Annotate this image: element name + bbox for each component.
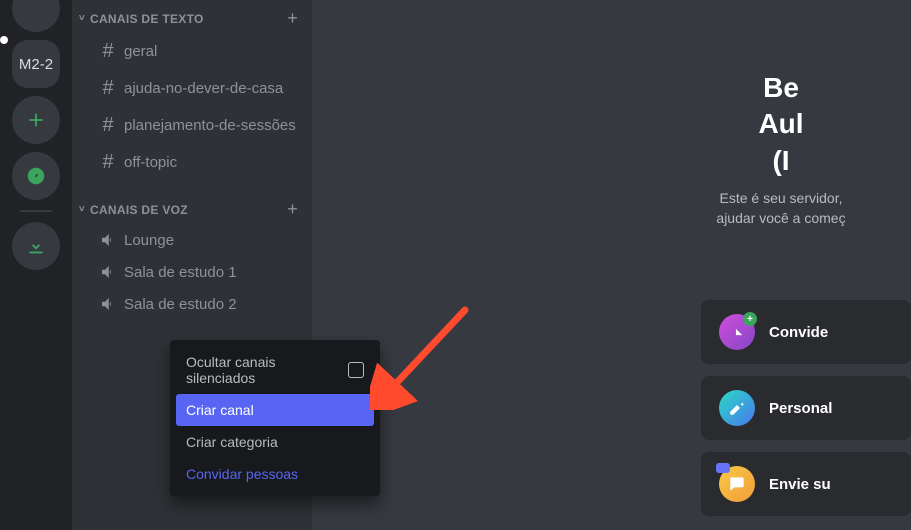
ctx-label: Criar canal xyxy=(186,402,254,418)
card-label: Convide xyxy=(769,324,828,341)
channel-voice-2[interactable]: Sala de estudo 2 xyxy=(80,289,304,319)
hash-icon: # xyxy=(98,151,118,174)
channel-label: Sala de estudo 2 xyxy=(124,296,237,313)
channel-voice-1[interactable]: Sala de estudo 1 xyxy=(80,257,304,287)
add-channel-icon[interactable]: + xyxy=(287,199,304,220)
tag-badge-icon xyxy=(716,463,730,473)
context-menu: Ocultar canais silenciados Criar canal C… xyxy=(170,340,380,496)
personalize-icon xyxy=(719,390,755,426)
speaker-icon xyxy=(98,231,118,249)
main-content: Be Aul (I Este é seu servidor, ajudar vo… xyxy=(312,0,911,530)
category-label: CANAIS DE VOZ xyxy=(90,203,188,217)
channel-label: ajuda-no-dever-de-casa xyxy=(124,80,283,97)
ctx-create-category[interactable]: Criar categoria xyxy=(176,426,374,458)
server-label: M2-2 xyxy=(19,56,53,73)
speaker-icon xyxy=(98,263,118,281)
card-label: Personal xyxy=(769,400,832,417)
welcome-title: Be Aul (I xyxy=(651,70,911,179)
ctx-hide-muted[interactable]: Ocultar canais silenciados xyxy=(176,346,374,394)
hash-icon: # xyxy=(98,77,118,100)
channel-label: planejamento-de-sessões xyxy=(124,117,296,134)
channel-label: Sala de estudo 1 xyxy=(124,264,237,281)
plus-icon xyxy=(25,109,47,131)
card-invite[interactable]: + Convide xyxy=(701,300,911,364)
channel-text-2[interactable]: # planejamento-de-sessões xyxy=(80,108,304,143)
download-icon xyxy=(25,235,47,257)
channel-label: Lounge xyxy=(124,232,174,249)
channel-label: geral xyxy=(124,43,157,60)
compass-icon xyxy=(25,165,47,187)
explore-button[interactable] xyxy=(12,152,60,200)
send-icon xyxy=(719,466,755,502)
channel-text-3[interactable]: # off-topic xyxy=(80,145,304,180)
category-header-voice[interactable]: ˅ CANAIS DE VOZ + xyxy=(72,191,312,224)
card-send[interactable]: Envie su xyxy=(701,452,911,516)
server-icon-top[interactable] xyxy=(12,0,60,32)
ctx-create-channel[interactable]: Criar canal xyxy=(176,394,374,426)
plus-badge-icon: + xyxy=(743,312,757,326)
server-icon-selected[interactable]: M2-2 xyxy=(12,40,60,88)
card-personalize[interactable]: Personal xyxy=(701,376,911,440)
speaker-icon xyxy=(98,295,118,313)
category-label: CANAIS DE TEXTO xyxy=(90,12,204,26)
ctx-label: Convidar pessoas xyxy=(186,466,298,482)
card-label: Envie su xyxy=(769,476,831,493)
server-rail: M2-2 xyxy=(0,0,72,530)
hash-icon: # xyxy=(98,40,118,63)
selection-pill xyxy=(0,36,8,44)
channel-label: off-topic xyxy=(124,154,177,171)
onboarding-cards: + Convide Personal Envie su xyxy=(701,300,911,516)
category-header-text[interactable]: ˅ CANAIS DE TEXTO + xyxy=(72,0,312,33)
download-button[interactable] xyxy=(12,222,60,270)
rail-divider xyxy=(20,210,52,212)
channel-text-0[interactable]: # geral xyxy=(80,34,304,69)
ctx-label: Ocultar canais silenciados xyxy=(186,354,348,386)
channel-voice-0[interactable]: Lounge xyxy=(80,225,304,255)
invite-icon: + xyxy=(719,314,755,350)
chevron-down-icon: ˅ xyxy=(76,204,88,215)
welcome-block: Be Aul (I Este é seu servidor, ajudar vo… xyxy=(651,70,911,228)
checkbox-icon[interactable] xyxy=(348,362,364,378)
hash-icon: # xyxy=(98,114,118,137)
ctx-label: Criar categoria xyxy=(186,434,278,450)
add-server-button[interactable] xyxy=(12,96,60,144)
add-channel-icon[interactable]: + xyxy=(287,8,304,29)
channel-text-1[interactable]: # ajuda-no-dever-de-casa xyxy=(80,71,304,106)
ctx-invite-people[interactable]: Convidar pessoas xyxy=(176,458,374,490)
welcome-desc: Este é seu servidor, ajudar você a começ xyxy=(651,189,911,228)
chevron-down-icon: ˅ xyxy=(76,13,88,24)
